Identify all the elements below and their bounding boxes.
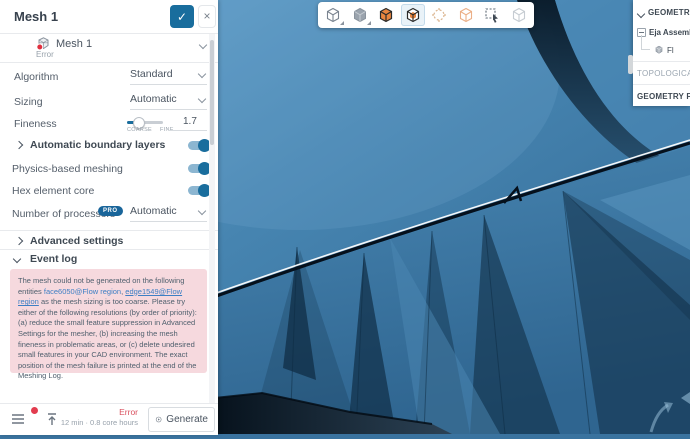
run-status: Error 12 min · 0.8 core hours xyxy=(58,407,138,427)
sizing-label: Sizing xyxy=(14,96,43,108)
algorithm-label: Algorithm xyxy=(14,71,59,83)
fineness-underline xyxy=(168,130,207,131)
physics-meshing-label: Physics-based meshing xyxy=(12,163,123,175)
dropdown-corner-icon xyxy=(366,21,371,25)
panel-footer: Error 12 min · 0.8 core hours Generate xyxy=(0,403,218,435)
box-select-icon[interactable] xyxy=(480,4,504,26)
event-log-header[interactable]: Event log xyxy=(30,253,77,265)
panel-collapse-handle[interactable] xyxy=(628,55,633,74)
item-status: Error xyxy=(36,50,54,59)
confirm-button[interactable]: ✓ xyxy=(170,5,194,28)
divider xyxy=(633,84,690,85)
face-entity-link[interactable]: face6050@Flow region xyxy=(44,287,121,296)
close-button[interactable]: × xyxy=(198,5,216,28)
chevron-down-icon xyxy=(636,9,646,19)
physics-meshing-toggle[interactable] xyxy=(188,162,211,175)
divider xyxy=(0,230,218,231)
panel-scrollbar[interactable] xyxy=(209,34,215,403)
pro-badge: PRO xyxy=(98,206,123,216)
volume-cube-icon[interactable] xyxy=(400,4,425,26)
status-error-text: Error xyxy=(119,407,138,417)
chevron-right-icon[interactable] xyxy=(14,236,24,246)
processors-select[interactable]: Automatic xyxy=(130,205,207,222)
boundary-layers-toggle[interactable] xyxy=(188,139,211,152)
chevron-down-icon[interactable] xyxy=(198,40,208,50)
transparent-cube-icon[interactable] xyxy=(454,4,478,26)
hex-core-label: Hex element core xyxy=(12,185,95,197)
hex-core-toggle[interactable] xyxy=(188,184,211,197)
move-handles-icon[interactable] xyxy=(427,4,451,26)
divider xyxy=(633,61,690,62)
chevron-down-icon[interactable] xyxy=(12,254,22,264)
boundary-layers-label[interactable]: Automatic boundary layers xyxy=(30,139,165,151)
divider xyxy=(0,62,218,63)
chevron-down-icon xyxy=(197,206,207,216)
shaded-cube-icon[interactable] xyxy=(348,4,372,26)
view-toolbar xyxy=(318,2,534,28)
algorithm-select[interactable]: Standard xyxy=(130,68,207,85)
divider xyxy=(0,33,218,34)
wireframe-cube-icon[interactable] xyxy=(321,4,345,26)
mesh-settings-panel: Mesh 1 ✓ × Mesh 1 Error Algorithm Standa… xyxy=(0,0,218,435)
selected-item-name: Mesh 1 xyxy=(56,38,93,50)
advanced-settings-header[interactable]: Advanced settings xyxy=(30,235,123,247)
sizing-select[interactable]: Automatic xyxy=(130,93,207,110)
shaded-edges-cube-icon[interactable] xyxy=(374,4,398,26)
solid-cube-icon xyxy=(655,45,663,54)
panel-title: Mesh 1 xyxy=(14,9,59,24)
chevron-down-icon xyxy=(197,69,207,79)
chevron-down-icon xyxy=(197,94,207,104)
scrollbar-thumb[interactable] xyxy=(210,40,214,145)
hidden-cube-icon[interactable] xyxy=(507,4,531,26)
divider xyxy=(0,249,218,250)
log-list-button[interactable] xyxy=(6,406,39,432)
notification-dot-icon xyxy=(30,406,39,415)
generate-button[interactable]: Generate xyxy=(148,407,215,432)
dropdown-corner-icon xyxy=(340,21,345,25)
generate-icon xyxy=(155,416,162,423)
fineness-label: Fineness xyxy=(14,118,57,130)
chevron-right-icon[interactable] xyxy=(14,140,24,150)
coarse-label: COARSE xyxy=(127,127,153,133)
tree-elbow-line xyxy=(641,35,650,50)
scene-tree-panel: GEOMETR Eja Assemb Fl TOPOLOGICA GEOMETR… xyxy=(633,0,690,106)
run-meta-text: 12 min · 0.8 core hours xyxy=(60,418,138,427)
fineness-value[interactable]: 1.7 xyxy=(183,116,197,127)
mesh-error-icon xyxy=(36,37,49,51)
event-log-error-message: The mesh could not be generated on the f… xyxy=(10,269,207,380)
